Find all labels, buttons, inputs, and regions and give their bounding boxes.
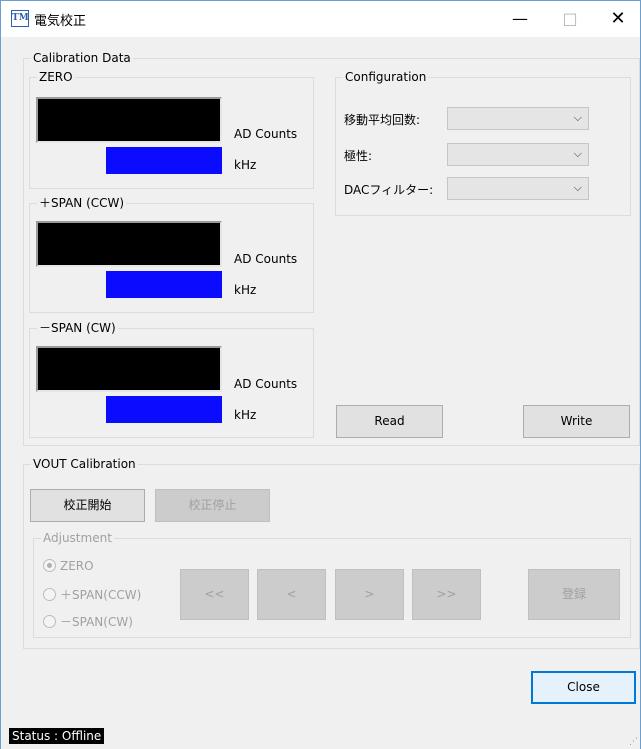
main-window: TM 電気校正 — □ ✕ Calibration Data ZERO AD C…	[0, 0, 641, 749]
configuration-label: Configuration	[343, 69, 429, 85]
span-ccw-freq-unit: kHz	[234, 283, 257, 297]
span-cw-ad-unit: AD Counts	[234, 377, 298, 391]
close-icon[interactable]: ✕	[596, 5, 640, 33]
moving-average-select[interactable]: ⌵	[447, 107, 589, 130]
window-title: 電気校正	[34, 14, 87, 29]
zero-ad-display	[36, 97, 222, 143]
fast-forward-button[interactable]: >>	[412, 569, 481, 620]
chevron-down-icon: ⌵	[573, 111, 582, 124]
polarity-label: 極性:	[344, 149, 373, 163]
radio-unchecked-icon	[43, 615, 56, 628]
span-cw-ad-display	[36, 346, 222, 392]
adjustment-label: Adjustment	[41, 530, 114, 546]
write-button[interactable]: Write	[523, 405, 630, 438]
zero-ad-unit: AD Counts	[234, 127, 298, 141]
close-button[interactable]: Close	[531, 671, 636, 704]
minimize-icon[interactable]: —	[498, 5, 542, 33]
zero-freq-unit: kHz	[234, 158, 257, 172]
span-cw-freq-display	[106, 396, 222, 423]
radio-unchecked-icon	[43, 588, 56, 601]
fast-back-button[interactable]: <<	[180, 569, 249, 620]
status-text: Status : Offline	[9, 728, 105, 744]
polarity-select[interactable]: ⌵	[447, 143, 589, 166]
radio-checked-icon	[43, 559, 56, 572]
radio-span-cw-label: －SPAN(CW)	[60, 615, 133, 629]
moving-average-label: 移動平均回数:	[344, 113, 421, 127]
span-cw-freq-unit: kHz	[234, 408, 257, 422]
vout-calibration-label: VOUT Calibration	[31, 456, 138, 472]
radio-span-cw[interactable]: －SPAN(CW)	[43, 613, 133, 630]
radio-zero-label: ZERO	[60, 559, 94, 573]
resize-grip-icon[interactable]: ⋰	[629, 737, 638, 747]
start-calibration-button[interactable]: 校正開始	[30, 489, 145, 522]
dac-filter-select[interactable]: ⌵	[447, 177, 589, 200]
radio-zero[interactable]: ZERO	[43, 559, 94, 573]
status-bar: Status : Offline ⋰	[1, 725, 640, 749]
span-ccw-ad-display	[36, 221, 222, 267]
calibration-data-label: Calibration Data	[31, 50, 133, 66]
dac-filter-label: DACフィルター:	[344, 183, 434, 197]
forward-button[interactable]: >	[335, 569, 404, 620]
back-button[interactable]: <	[257, 569, 326, 620]
span-ccw-label: ＋SPAN (CCW)	[37, 195, 127, 211]
stop-calibration-button[interactable]: 校正停止	[155, 489, 270, 522]
zero-freq-display	[106, 147, 222, 174]
title-bar: TM 電気校正 — □ ✕	[1, 1, 640, 37]
radio-span-ccw-label: ＋SPAN(CCW)	[60, 588, 142, 602]
register-button[interactable]: 登録	[528, 569, 620, 620]
app-icon: TM	[11, 10, 29, 27]
span-ccw-ad-unit: AD Counts	[234, 252, 298, 266]
zero-label: ZERO	[37, 69, 75, 85]
chevron-down-icon: ⌵	[573, 147, 582, 160]
maximize-icon[interactable]: □	[548, 5, 592, 33]
chevron-down-icon: ⌵	[573, 181, 582, 194]
span-cw-label: －SPAN (CW)	[37, 320, 118, 336]
span-ccw-freq-display	[106, 271, 222, 298]
read-button[interactable]: Read	[336, 405, 443, 438]
radio-span-ccw[interactable]: ＋SPAN(CCW)	[43, 586, 141, 603]
